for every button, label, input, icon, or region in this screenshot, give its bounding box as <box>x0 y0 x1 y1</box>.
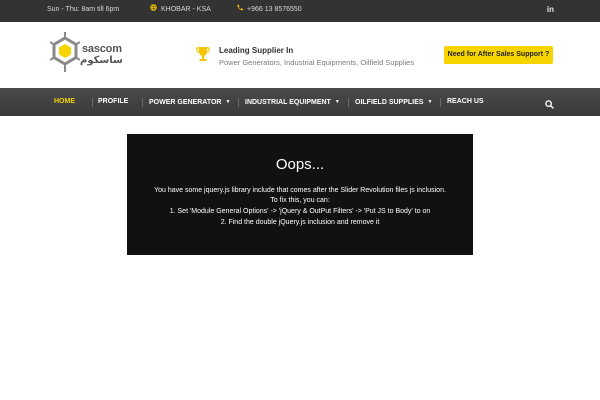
logo-wordmark: sascom <box>82 43 122 55</box>
nav-item-power-generator[interactable]: POWER GENERATOR ▼ <box>149 88 230 116</box>
logo-arabic-wordmark: ساسكوم <box>80 55 123 66</box>
globe-icon <box>150 0 158 20</box>
working-hours: Sun - Thu: 8am till 6pm <box>47 6 120 13</box>
nav-item-profile[interactable]: PROFILE <box>98 88 128 116</box>
logo-hexagon-icon <box>49 32 81 72</box>
after-sales-support-button[interactable]: Need for After Sales Support ? <box>444 46 553 64</box>
tagline-subtitle: Power Generators, Industrial Equipments,… <box>219 58 415 67</box>
phone-text: +966 13 8576550 <box>247 6 302 13</box>
error-message-line: 2. Find the double jQuery.js inclusion a… <box>220 219 380 226</box>
error-title: Oops... <box>275 156 325 173</box>
nav-item-oilfield-supplies[interactable]: OILFIELD SUPPLIES ▼ <box>355 88 432 116</box>
search-icon[interactable] <box>545 96 554 109</box>
trophy-icon <box>196 46 210 62</box>
chevron-down-icon: ▼ <box>334 99 340 105</box>
error-message-line: To fix this, you can: <box>270 197 330 204</box>
nav-item-label: POWER GENERATOR <box>149 99 222 106</box>
nav-item-industrial-equipment[interactable]: INDUSTRIAL EQUIPMENT ▼ <box>245 88 340 116</box>
site-header: sascom ساسكوم Leading Supplier In Power … <box>0 22 600 88</box>
nav-divider <box>348 98 349 107</box>
nav-divider <box>92 98 93 107</box>
chevron-down-icon: ▼ <box>225 99 231 105</box>
nav-item-home[interactable]: HOME <box>54 88 75 116</box>
phone-icon <box>236 0 244 20</box>
tagline-title: Leading Supplier In <box>219 46 294 55</box>
main-navigation: HOME PROFILE POWER GENERATOR ▼ INDUSTRIAL… <box>0 88 600 116</box>
error-message-line: You have some jquery.js library include … <box>154 187 446 194</box>
phone-info[interactable]: +966 13 8576550 <box>236 0 302 22</box>
nav-divider <box>440 98 441 107</box>
nav-item-reach-us[interactable]: REACH US <box>447 88 484 116</box>
chevron-down-icon: ▼ <box>427 99 433 105</box>
top-info-bar: Sun - Thu: 8am till 6pm KHOBAR - KSA +96… <box>0 0 600 22</box>
nav-divider <box>142 98 143 107</box>
slider-error-box: Oops... You have some jquery.js library … <box>127 134 473 255</box>
linkedin-icon[interactable]: in <box>547 0 554 22</box>
nav-item-label: OILFIELD SUPPLIES <box>355 99 424 106</box>
nav-item-label: INDUSTRIAL EQUIPMENT <box>245 99 331 106</box>
location-info: KHOBAR - KSA <box>150 0 211 22</box>
nav-divider <box>238 98 239 107</box>
error-message-line: 1. Set 'Module General Options' -> 'jQue… <box>169 208 431 215</box>
location-text: KHOBAR - KSA <box>161 6 211 13</box>
